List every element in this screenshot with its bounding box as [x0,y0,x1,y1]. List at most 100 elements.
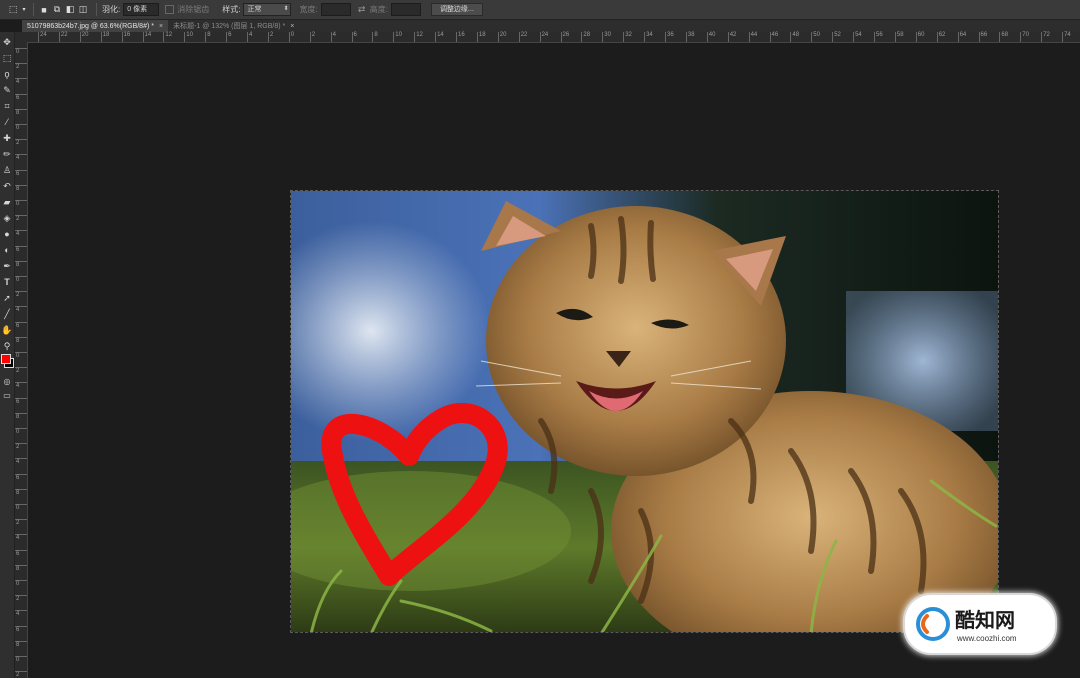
line-icon[interactable]: ╱ [1,308,13,320]
tab-document-2[interactable]: 未标题-1 @ 132% (图层 1, RGB/8) * × [168,20,299,32]
ruler-label: 8 [16,337,20,344]
ruler-label: 26 [562,32,570,38]
ruler-label: 2 [16,64,20,71]
ruler-label: 4 [16,79,20,86]
ruler-label: 40 [708,32,716,38]
ruler-label: 64 [959,32,967,38]
options-bar: ⬚ ▾ ■ ⧉ ◧ ◫ 羽化: 0 像素 消除锯齿 样式: 正常 ⬍ 宽度: ⇄ … [0,0,1080,20]
ruler-label: 14 [437,32,444,38]
ruler-label: 0 [16,277,20,283]
move-icon[interactable]: ✥ [1,36,13,48]
ruler-label: 6 [16,170,20,177]
antialias-checkbox[interactable] [165,5,175,14]
ruler-label: 4 [16,535,20,542]
ruler-label: 2 [269,32,274,38]
pen-icon[interactable]: ✒ [1,260,13,272]
width-input[interactable] [320,3,351,16]
ruler-label: 72 [1043,32,1050,38]
ruler-label: 66 [980,32,988,38]
divider [96,3,97,16]
ruler-label: 56 [876,32,883,38]
quick-select-icon[interactable]: ✎ [1,84,13,96]
ruler-label: 2 [16,672,20,678]
ruler-label: 8 [16,185,20,192]
intersect-selection-icon[interactable]: ◫ [78,4,88,15]
ruler-label: 2 [16,596,20,603]
ruler-label: 4 [249,32,253,38]
close-icon[interactable]: × [159,23,163,30]
eyedropper-icon[interactable]: ⁄ [1,116,13,128]
brush-icon[interactable]: ✏ [1,148,13,160]
swap-icon[interactable]: ⇄ [357,4,367,15]
screen-mode-icon[interactable]: ▭ [1,390,13,402]
history-brush-icon[interactable]: ↶ [1,180,13,192]
ruler-label: 2 [16,368,20,375]
foreground-color-swatch[interactable] [1,354,11,364]
marquee-icon[interactable]: ⬚ [1,52,13,64]
document-image[interactable] [290,190,999,633]
ruler-label: 4 [16,459,20,466]
ruler-label: 2 [16,216,20,223]
marquee-preset-icon[interactable]: ⬚ [6,4,20,16]
ruler-label: 50 [813,32,820,38]
ruler-label: 0 [290,32,295,38]
ruler-label: 8 [374,32,378,38]
ruler-label: 58 [896,32,904,38]
eraser-icon[interactable]: ▰ [1,196,13,208]
zoom-icon[interactable]: ⚲ [1,340,13,352]
healing-brush-icon[interactable]: ✚ [1,132,13,144]
ruler-label: 2 [16,292,20,299]
ruler-label: 24 [541,32,549,38]
ruler-label: 8 [207,32,211,38]
ruler-label: 6 [16,398,20,405]
ruler-vertical: 0 2 4 6 8 0 2 4 6 8 0 2 4 6 8 0 2 4 6 8 0 2 4 6 8 0 2 4 6 8 0 2 4 6 8 0 2 4 6 8… [15,42,28,678]
blur-icon[interactable]: ● [1,228,13,240]
ruler-label: 4 [16,307,20,314]
refine-edge-button[interactable]: 调整边缘... [430,3,483,16]
style-value: 正常 [247,6,262,13]
ruler-label: 6 [16,474,20,481]
ruler-label: 4 [16,231,20,238]
ruler-label: 18 [478,32,486,38]
height-input[interactable] [390,3,421,16]
ruler-label: 2 [16,444,20,451]
ruler-label: 70 [1022,32,1029,38]
ruler-label: 4 [16,155,20,162]
lasso-icon[interactable]: ϙ [1,68,13,80]
ruler-label: 4 [16,611,20,618]
type-icon[interactable]: T [1,276,13,288]
ruler-label: 32 [625,32,632,38]
tab-document-1[interactable]: 51079863b24b7.jpg @ 63.6%(RGB/8#) * × [22,20,169,32]
ruler-corner [15,32,28,42]
crop-icon[interactable]: ⌗ [1,100,13,112]
feather-input[interactable]: 0 像素 [123,3,160,16]
dodge-icon[interactable]: ◐ [1,244,13,256]
chevron-down-icon[interactable]: ▾ [20,4,28,16]
new-selection-icon[interactable]: ■ [39,5,49,15]
ruler-label: 8 [16,489,20,496]
ruler-label: 16 [458,32,465,38]
ruler-label: 62 [938,32,946,38]
ruler-label: 18 [102,32,110,38]
hand-icon[interactable]: ✋ [1,324,13,336]
clone-stamp-icon[interactable]: ♙ [1,164,13,176]
close-icon[interactable]: × [290,23,294,30]
feather-label: 羽化: [102,5,121,14]
style-select[interactable]: 正常 ⬍ [243,3,292,16]
ruler-label: 2 [311,32,316,38]
quick-mask-icon[interactable]: ◎ [1,376,13,388]
ruler-label: 8 [16,261,20,268]
ruler-label: 10 [395,32,402,38]
ruler-label: 6 [16,322,20,329]
path-select-icon[interactable]: ➚ [1,292,13,304]
ruler-label: 6 [16,626,20,633]
ruler-label: 2 [16,140,20,147]
subtract-selection-icon[interactable]: ◧ [65,4,75,15]
divider [33,3,34,16]
ruler-label: 6 [16,94,20,101]
ruler-label: 0 [16,201,20,207]
ruler-label: 68 [1001,32,1009,38]
ruler-label: 16 [123,32,131,38]
add-selection-icon[interactable]: ⧉ [52,4,62,15]
gradient-icon[interactable]: ◈ [1,212,13,224]
